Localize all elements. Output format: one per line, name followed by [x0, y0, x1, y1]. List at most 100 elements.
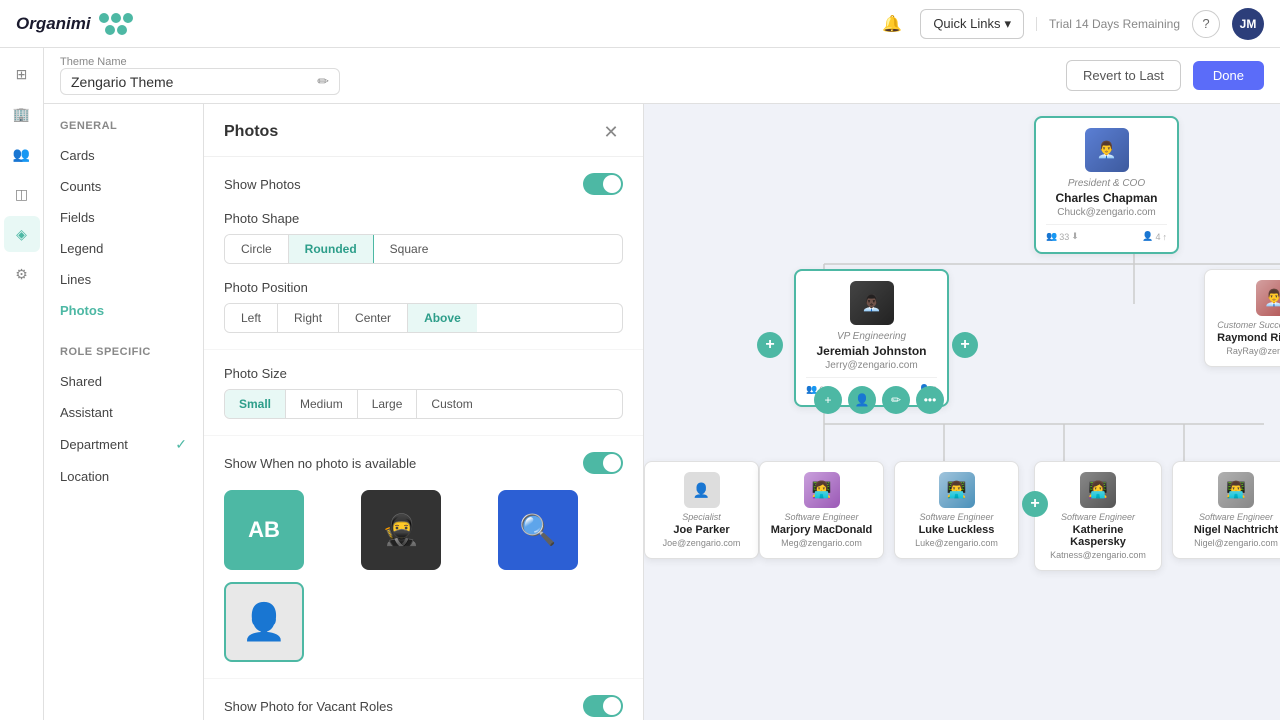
- no-photo-label: Show When no photo is available: [224, 456, 416, 471]
- theme-name-input[interactable]: [71, 74, 309, 90]
- specialist-card[interactable]: 👤 Specialist Joe Parker Joe@zengario.com: [644, 461, 759, 559]
- photo-thumb-silhouette[interactable]: 👤: [224, 582, 304, 662]
- photo-thumb-initials[interactable]: AB: [224, 490, 304, 570]
- settings-label-fields: Fields: [60, 210, 95, 225]
- add-between-btn[interactable]: +: [1022, 491, 1048, 517]
- csm-card[interactable]: 👨‍💼 Customer Success Manager Raymond Ric…: [1204, 269, 1280, 367]
- vp-role: VP Engineering: [806, 331, 937, 342]
- coo-card[interactable]: 👨‍💼 President & COO Charles Chapman Chuc…: [1034, 116, 1179, 254]
- engineer4-role: Software Engineer: [1183, 512, 1280, 522]
- engineer4-email: Nigel@zengario.com: [1183, 538, 1280, 548]
- coo-stat-2: 👤4↑: [1142, 231, 1167, 242]
- photo-shape-label: Photo Shape: [224, 211, 623, 226]
- connector-lines: [644, 104, 1280, 720]
- vp-person-btn[interactable]: 👤: [848, 386, 876, 414]
- engineer3-card[interactable]: 👩‍💻 Software Engineer Katherine Kaspersk…: [1034, 461, 1162, 571]
- settings-item-counts[interactable]: Counts: [44, 171, 203, 202]
- add-right-btn[interactable]: +: [952, 332, 978, 358]
- settings-label-assistant: Assistant: [60, 405, 113, 420]
- vacant-row: Show Photo for Vacant Roles: [224, 695, 623, 717]
- help-button[interactable]: ?: [1192, 10, 1220, 38]
- engineer4-card[interactable]: 👨‍💻 Software Engineer Nigel Nachtricht N…: [1172, 461, 1280, 559]
- photos-panel-close[interactable]: ✕: [599, 120, 623, 144]
- specialist-name: Joe Parker: [655, 524, 748, 536]
- settings-label-shared: Shared: [60, 374, 102, 389]
- engineer3-role: Software Engineer: [1045, 512, 1151, 522]
- notification-bell[interactable]: 🔔: [876, 8, 908, 40]
- position-center-btn[interactable]: Center: [339, 304, 408, 332]
- engineer1-card[interactable]: 👩‍💻 Software Engineer Marjory MacDonald …: [759, 461, 884, 559]
- people-icon-btn[interactable]: 👥: [4, 136, 40, 172]
- coo-email: Chuck@zengario.com: [1046, 207, 1167, 218]
- department-check-icon: ✓: [175, 436, 187, 453]
- photos-panel-title: Photos: [224, 123, 278, 141]
- shape-rounded-btn[interactable]: Rounded: [289, 235, 374, 263]
- no-photo-row: Show When no photo is available: [224, 452, 623, 474]
- logo-text: Organimi: [16, 14, 91, 34]
- settings-item-photos[interactable]: Photos: [44, 295, 203, 326]
- settings-label-location: Location: [60, 469, 109, 484]
- shape-square-btn[interactable]: Square: [374, 235, 445, 263]
- coo-footer: 👥33⬇ 👤4↑: [1046, 224, 1167, 242]
- org-icon-btn[interactable]: 🏢: [4, 96, 40, 132]
- bell-icon: 🔔: [882, 14, 902, 34]
- position-right-btn[interactable]: Right: [278, 304, 339, 332]
- photo-thumb-ninja[interactable]: 🥷: [361, 490, 441, 570]
- topbar: Organimi 🔔 Quick Links ▾ Trial 14 Days R…: [0, 0, 1280, 48]
- field-icon-btn[interactable]: ◫: [4, 176, 40, 212]
- engineer2-name: Luke Luckless: [905, 524, 1008, 536]
- vp-avatar: 👨🏿‍💼: [850, 281, 894, 325]
- settings-label-lines: Lines: [60, 272, 91, 287]
- logo: Organimi: [16, 13, 133, 35]
- show-photos-toggle[interactable]: [583, 173, 623, 195]
- vp-add-child-btn[interactable]: +: [814, 386, 842, 414]
- settings-item-fields[interactable]: Fields: [44, 202, 203, 233]
- add-left-btn[interactable]: +: [757, 332, 783, 358]
- engineer4-name: Nigel Nachtricht: [1183, 524, 1280, 536]
- grid-icon-btn[interactable]: ⊞: [4, 56, 40, 92]
- size-medium-btn[interactable]: Medium: [286, 390, 358, 418]
- position-left-btn[interactable]: Left: [225, 304, 278, 332]
- done-button[interactable]: Done: [1193, 61, 1264, 90]
- theme-name-input-wrap: ✏: [60, 68, 340, 95]
- photo-thumb-search[interactable]: 🔍: [498, 490, 578, 570]
- engineer2-role: Software Engineer: [905, 512, 1008, 522]
- size-small-btn[interactable]: Small: [225, 390, 286, 418]
- size-custom-btn[interactable]: Custom: [417, 390, 486, 418]
- engineer1-email: Meg@zengario.com: [770, 538, 873, 548]
- theme-icon-btn[interactable]: ◈: [4, 216, 40, 252]
- org-canvas: 👨‍💼 President & COO Charles Chapman Chuc…: [644, 104, 1280, 720]
- shape-circle-btn[interactable]: Circle: [225, 235, 289, 263]
- vp-more-btn[interactable]: •••: [916, 386, 944, 414]
- settings-item-legend[interactable]: Legend: [44, 233, 203, 264]
- size-large-btn[interactable]: Large: [358, 390, 418, 418]
- show-photos-label: Show Photos: [224, 177, 301, 192]
- settings-item-shared[interactable]: Shared: [44, 366, 203, 397]
- engineer1-avatar: 👩‍💻: [804, 472, 840, 508]
- engineer2-avatar: 👨‍💻: [939, 472, 975, 508]
- settings-item-cards[interactable]: Cards: [44, 140, 203, 171]
- coo-name: Charles Chapman: [1046, 191, 1167, 205]
- no-photo-toggle[interactable]: [583, 452, 623, 474]
- revert-button[interactable]: Revert to Last: [1066, 60, 1181, 91]
- engineer1-role: Software Engineer: [770, 512, 873, 522]
- vp-edit-btn[interactable]: ✏: [882, 386, 910, 414]
- quick-links-button[interactable]: Quick Links ▾: [920, 9, 1024, 39]
- settings-item-location[interactable]: Location: [44, 461, 203, 492]
- settings-item-lines[interactable]: Lines: [44, 264, 203, 295]
- position-above-btn[interactable]: Above: [408, 304, 477, 332]
- settings-item-assistant[interactable]: Assistant: [44, 397, 203, 428]
- settings-label-cards: Cards: [60, 148, 95, 163]
- user-avatar[interactable]: JM: [1232, 8, 1264, 40]
- photos-panel: Photos ✕ Show Photos Photo Shape Circle: [204, 104, 644, 720]
- vacant-label: Show Photo for Vacant Roles: [224, 699, 393, 714]
- vp-action-toolbar: + 👤 ✏ •••: [814, 386, 944, 414]
- settings-item-department[interactable]: Department ✓: [44, 428, 203, 461]
- engineer2-card[interactable]: 👨‍💻 Software Engineer Luke Luckless Luke…: [894, 461, 1019, 559]
- engineer4-avatar: 👨‍💻: [1218, 472, 1254, 508]
- vacant-toggle[interactable]: [583, 695, 623, 717]
- csm-role: Customer Success Manager: [1215, 320, 1280, 330]
- theme-bar: Theme Name ✏ Revert to Last Done: [44, 48, 1280, 104]
- settings-icon-btn[interactable]: ⚙: [4, 256, 40, 292]
- vacant-section: Show Photo for Vacant Roles: [204, 679, 643, 720]
